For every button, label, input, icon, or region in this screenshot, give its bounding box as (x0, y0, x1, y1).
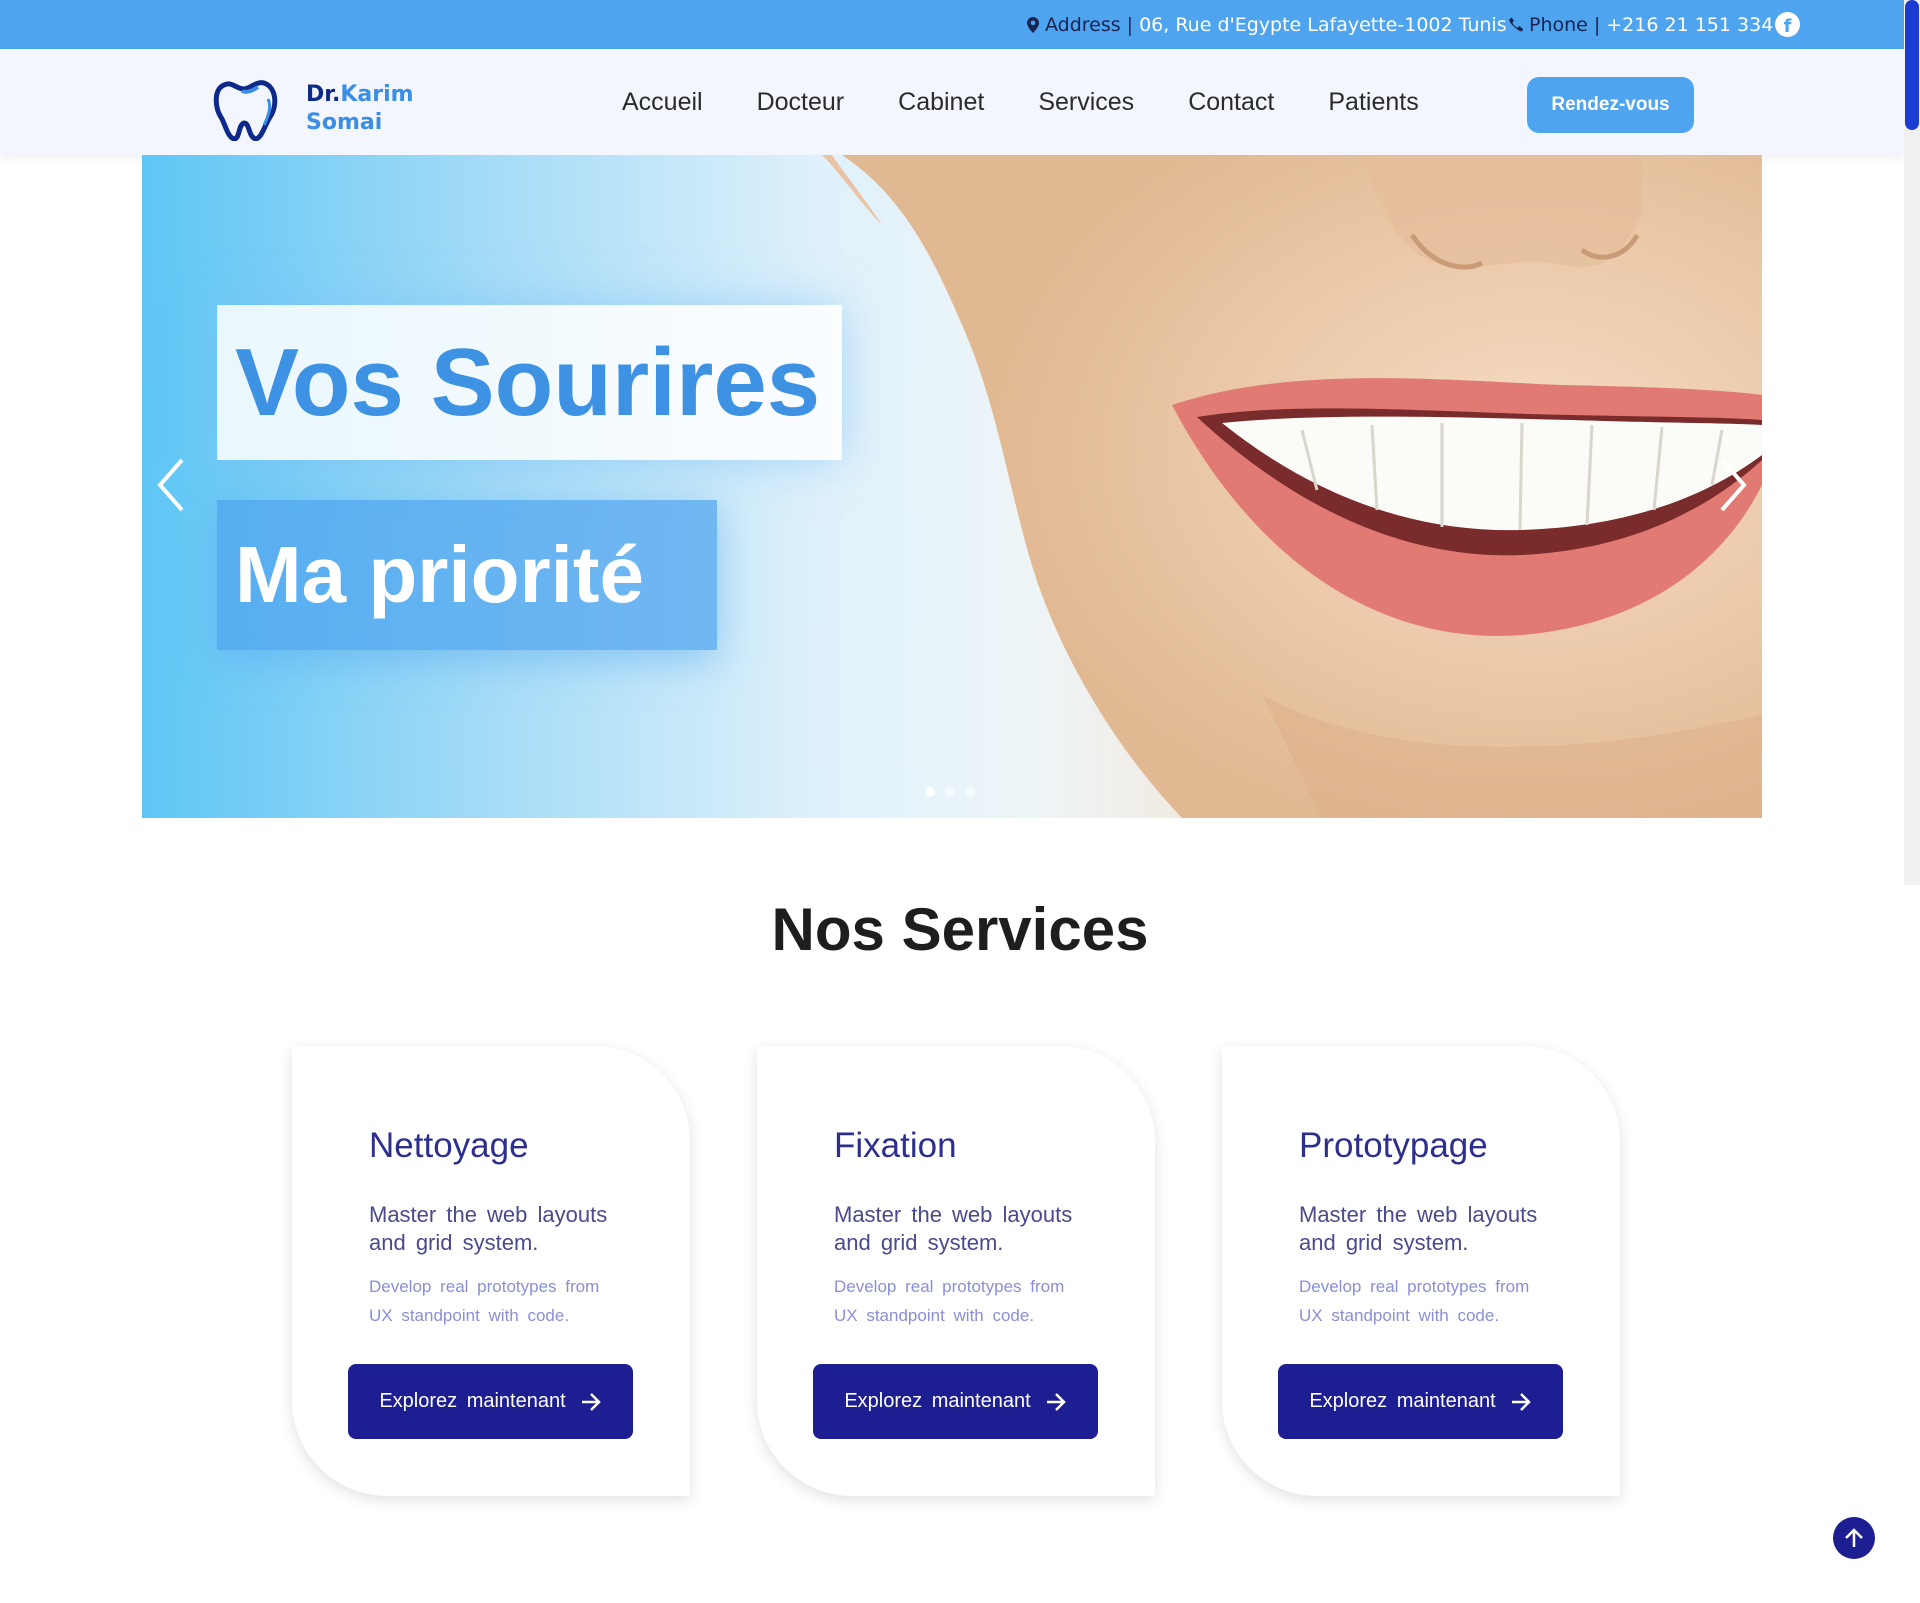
nav-item-contact[interactable]: Contact (1188, 88, 1274, 117)
explore-button-label: Explorez maintenant (844, 1390, 1031, 1412)
logo-text: Dr.Karim Somai (306, 81, 414, 137)
primary-nav: Accueil Docteur Cabinet Services Contact… (600, 49, 1473, 155)
nav-item-services[interactable]: Services (1038, 88, 1134, 117)
logo-dr: Dr. (306, 82, 341, 107)
service-card: Prototypage Master the web layouts and g… (1222, 1046, 1620, 1496)
service-card-subtext: Develop real prototypes from UX standpoi… (1299, 1277, 1530, 1325)
explore-button[interactable]: Explorez maintenant (813, 1364, 1098, 1439)
chevron-right-icon[interactable] (1712, 455, 1752, 515)
arrow-up-icon (1845, 1528, 1863, 1547)
map-marker-icon (1027, 16, 1039, 33)
explore-button-label: Explorez maintenant (379, 1390, 566, 1412)
nav-item-cabinet[interactable]: Cabinet (898, 88, 984, 117)
service-card-description: Master the web layouts and grid system. (1299, 1202, 1538, 1255)
logo-last-name: Somai (306, 110, 383, 135)
address-separator: | (1126, 13, 1134, 36)
explore-button[interactable]: Explorez maintenant (1278, 1364, 1563, 1439)
nav-item-patients[interactable]: Patients (1328, 88, 1418, 117)
service-card-subtext: Develop real prototypes from UX standpoi… (834, 1277, 1065, 1325)
main-navbar: Dr.Karim Somai Accueil Docteur Cabinet S… (0, 49, 1904, 155)
arrow-right-icon (581, 1392, 601, 1411)
hero-slider: Vos Sourires Ma priorité (142, 155, 1762, 818)
service-card-description: Master the web layouts and grid system. (834, 1202, 1073, 1255)
service-card-subtext: Develop real prototypes from UX standpoi… (369, 1277, 600, 1325)
phone-label: Phone (1529, 13, 1588, 36)
nav-item-accueil[interactable]: Accueil (622, 88, 703, 117)
service-card-title: Fixation (834, 1126, 957, 1165)
explore-button[interactable]: Explorez maintenant (348, 1364, 633, 1439)
logo-first-name: Karim (340, 82, 414, 107)
site-logo[interactable]: Dr.Karim Somai (212, 77, 442, 141)
nav-item-docteur[interactable]: Docteur (757, 88, 845, 117)
phone-separator: | (1593, 13, 1601, 36)
top-info-bar: Address | 06, Rue d'Egypte Lafayette-100… (0, 0, 1904, 49)
arrow-right-icon (1511, 1392, 1531, 1411)
service-card: Fixation Master the web layouts and grid… (757, 1046, 1155, 1496)
back-to-top-button[interactable] (1833, 1517, 1875, 1559)
tooth-logo-icon (213, 80, 278, 141)
slider-indicators (925, 787, 975, 797)
smile-hero-image (822, 155, 1762, 818)
facebook-icon[interactable]: f (1775, 12, 1800, 37)
hero-headline-1: Vos Sourires (217, 305, 842, 460)
hero-headline-2: Ma priorité (217, 500, 717, 650)
arrow-right-icon (1046, 1392, 1066, 1411)
service-card-title: Nettoyage (369, 1126, 529, 1165)
rendez-vous-button[interactable]: Rendez-vous (1527, 77, 1694, 133)
address-label: Address (1045, 13, 1121, 36)
service-card-description: Master the web layouts and grid system. (369, 1202, 608, 1255)
phone-info[interactable]: Phone | +216 21 151 334 (1508, 0, 1773, 49)
service-card: Nettoyage Master the web layouts and gri… (292, 1046, 690, 1496)
chevron-left-icon[interactable] (152, 455, 192, 515)
phone-icon (1509, 17, 1523, 32)
address-info: Address | 06, Rue d'Egypte Lafayette-100… (1027, 0, 1507, 49)
services-title: Nos Services (771, 896, 1149, 963)
service-card-title: Prototypage (1299, 1126, 1488, 1165)
address-value: 06, Rue d'Egypte Lafayette-1002 Tunis (1139, 13, 1507, 36)
scrollbar-track[interactable] (1904, 0, 1920, 885)
slide-indicator[interactable] (925, 787, 935, 797)
slide-indicator[interactable] (945, 787, 955, 797)
slide-indicator[interactable] (965, 787, 975, 797)
explore-button-label: Explorez maintenant (1309, 1390, 1496, 1412)
scrollbar-thumb[interactable] (1905, 0, 1919, 130)
phone-value[interactable]: +216 21 151 334 (1606, 14, 1773, 36)
